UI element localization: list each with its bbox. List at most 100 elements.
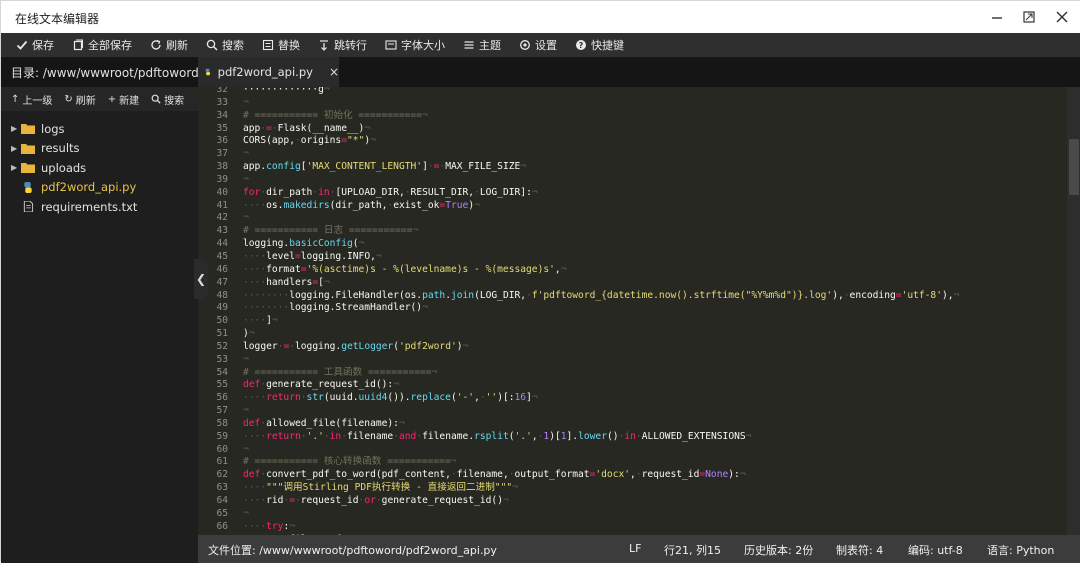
file-language[interactable]: 语言: Python [987, 542, 1054, 558]
maximize-button[interactable] [1018, 7, 1040, 27]
settings-label: 设置 [535, 39, 557, 52]
line-text: ····"""调用Stirling PDF执行转换 - 直接返回二进制"""¬ [243, 482, 518, 494]
code-line: 60 ¬ [198, 444, 1064, 457]
code-line: 61 # =========== 核心转换函数 ===========¬ [198, 456, 1064, 469]
line-number: 50 [216, 315, 228, 327]
scrollbar-thumb[interactable] [1069, 139, 1079, 195]
folder-item-uploads[interactable]: ▶ uploads [1, 158, 198, 178]
code-line: 51)¬ [198, 328, 1064, 341]
code-line: 33 ¬ [198, 97, 1064, 110]
line-number: 64 [216, 495, 228, 506]
code-line: 32 ·············g¬ [198, 87, 1064, 97]
tab-pdf2word-api[interactable]: pdf2word_api.py × [198, 57, 339, 87]
line-text: for·dir_path·in·[UPLOAD_DIR,·RESULT_DIR,… [243, 186, 538, 198]
line-number: 39 [216, 173, 228, 185]
line-number: 54 [216, 366, 228, 378]
line-text: def·generate_request_id():¬ [243, 379, 399, 391]
toolbar: 保存 全部保存 刷新 搜索 替换 跳转行 字体大小 主题 设置 ? 快捷键 [1, 33, 1080, 57]
tab-bar: pdf2word_api.py × [198, 57, 1080, 87]
menu-icon [464, 41, 474, 49]
code-line: 63 ····"""调用Stirling PDF执行转换 - 直接返回二进制"""… [198, 482, 1064, 495]
code-line: 48 ········logging.FileHandler(os.path.jo… [198, 290, 1064, 303]
file-item-pdf2word-api[interactable]: pdf2word_api.py [1, 178, 198, 198]
shortcuts-button[interactable]: ? 快捷键 [566, 33, 633, 57]
folder-item-results[interactable]: ▶ results [1, 139, 198, 159]
maximize-icon [1023, 11, 1035, 23]
cursor-position[interactable]: 行21, 列15 [664, 542, 721, 558]
python-icon [205, 68, 211, 76]
line-text: ····rid·=·request_id·or·generate_request… [243, 495, 509, 506]
line-text: def·allowed_file(filename):¬ [243, 417, 405, 429]
code-editor[interactable]: 32 ·············g¬ 33 ¬ 34 # =========== 初始化 … [198, 87, 1080, 535]
code-line: 41 ····os.makedirs(dir_path,·exist_ok=Tru… [198, 200, 1064, 213]
line-text: ····return·str(uuid.uuid4()).replace('-'… [243, 392, 538, 404]
code-line: 53 ¬ [198, 354, 1064, 367]
line-text: ¬ [243, 507, 249, 519]
svg-text:?: ? [579, 41, 584, 50]
minimize-button[interactable] [986, 7, 1008, 27]
line-number: 33 [216, 96, 228, 108]
line-number: 58 [216, 417, 228, 429]
folder-item-logs[interactable]: ▶ logs [1, 119, 198, 139]
file-encoding[interactable]: 编码: utf-8 [908, 542, 963, 558]
sidebar-search-button[interactable]: 搜索 [145, 92, 190, 107]
search-label: 搜索 [222, 39, 244, 52]
line-text: # =========== 初始化 ===========¬ [243, 109, 428, 121]
window-title: 在线文本编辑器 [15, 12, 100, 26]
line-text: ····os.makedirs(dir_path,·exist_ok=True)… [243, 199, 480, 211]
save-all-button[interactable]: 全部保存 [63, 33, 141, 57]
history-versions[interactable]: 历史版本: 2份 [744, 542, 813, 558]
line-text: logger·=·logging.getLogger('pdf2word')¬ [243, 340, 469, 352]
line-number: 55 [216, 379, 228, 391]
code-line: 58 def·allowed_file(filename):¬ [198, 418, 1064, 431]
settings-button[interactable]: 设置 [510, 33, 566, 57]
line-text: def·convert_pdf_to_word(pdf_content,·fil… [243, 469, 746, 481]
status-bar: 文件位置: /www/wwwroot/pdftoword/pdf2word_ap… [198, 535, 1080, 563]
line-number: 63 [216, 482, 228, 494]
minimize-icon [992, 17, 1002, 19]
vertical-scrollbar[interactable] [1067, 87, 1080, 535]
check-icon [16, 40, 28, 50]
line-number: 41 [216, 199, 228, 211]
code-line: 62 def·convert_pdf_to_word(pdf_content,·f… [198, 469, 1064, 482]
code-line: 57 ¬ [198, 405, 1064, 418]
replace-button[interactable]: 替换 [253, 33, 309, 57]
close-window-button[interactable] [1051, 7, 1073, 27]
line-text: ¬ [243, 96, 249, 108]
file-sidebar: 目录: /www/wwwroot/pdftoword ↑ 上一级 ↻ 刷新 + 新建 … [1, 57, 198, 563]
goto-line-button[interactable]: 跳转行 [309, 33, 376, 57]
line-ending[interactable]: LF [629, 542, 641, 555]
code-line: 64 ····rid·=·request_id·or·generate_reque… [198, 495, 1064, 508]
list-icon [262, 39, 274, 51]
line-number: 44 [216, 238, 228, 250]
sidebar-refresh-button[interactable]: ↻ 刷新 [58, 92, 101, 107]
line-text: app·=·Flask(__name__)¬ [243, 122, 371, 134]
goto-line-label: 跳转行 [334, 39, 367, 52]
tab-size[interactable]: 制表符: 4 [836, 542, 883, 558]
folder-icon [21, 124, 35, 135]
plus-icon: + [107, 93, 117, 105]
close-tab-icon[interactable]: × [329, 65, 339, 79]
line-number: 59 [216, 430, 228, 442]
gear-icon [520, 40, 530, 50]
code-line: 45 ····level=logging.INFO,¬ [198, 251, 1064, 264]
search-button[interactable]: 搜索 [197, 33, 253, 57]
save-label: 保存 [32, 39, 54, 52]
new-file-button[interactable]: + 新建 [102, 92, 145, 107]
refresh-button[interactable]: 刷新 [141, 33, 197, 57]
code-line: 65 ¬ [198, 508, 1064, 521]
save-button[interactable]: 保存 [7, 33, 63, 57]
code-line: 52 logger·=·logging.getLogger('pdf2word')… [198, 341, 1064, 354]
file-tree: ▶ logs ▶ results ▶ uploads pdf2word_api.… [1, 111, 198, 217]
font-size-label: 字体大小 [401, 39, 445, 52]
parent-dir-button[interactable]: ↑ 上一级 [5, 92, 58, 107]
file-item-requirements[interactable]: requirements.txt [1, 197, 198, 217]
collapse-sidebar-button[interactable]: ❮ [194, 259, 208, 299]
font-size-button[interactable]: 字体大小 [376, 33, 454, 57]
code-line: 38 app.config['MAX_CONTENT_LENGTH']·=·MAX… [198, 161, 1064, 174]
code-line: 35 app·=·Flask(__name__)¬ [198, 123, 1064, 136]
python-icon [24, 181, 32, 193]
line-number: 53 [216, 353, 228, 365]
shortcuts-label: 快捷键 [591, 39, 624, 52]
theme-button[interactable]: 主题 [454, 33, 510, 57]
